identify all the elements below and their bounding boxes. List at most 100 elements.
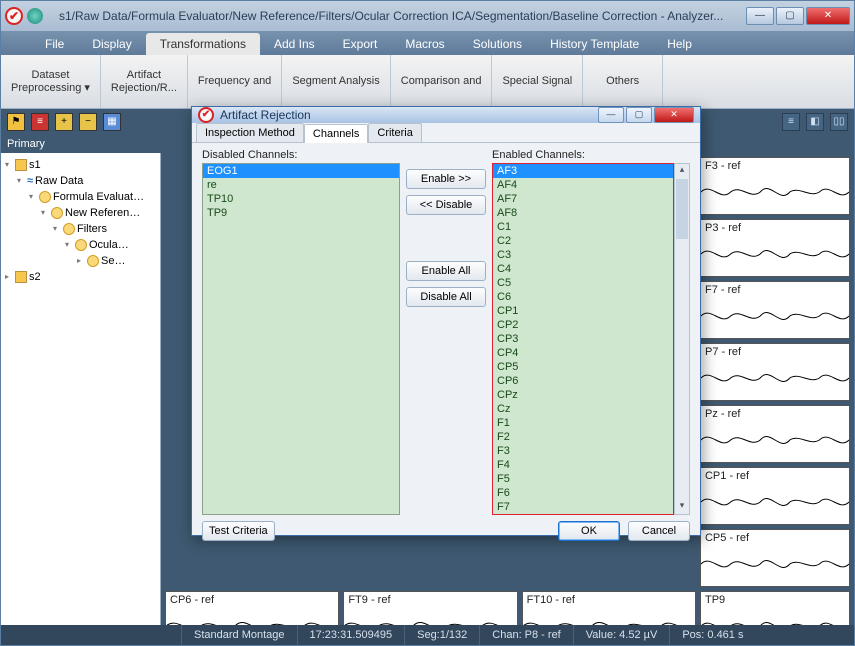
tab-channels[interactable]: Channels <box>304 124 368 143</box>
list-item[interactable]: CP2 <box>493 318 673 332</box>
channel-plot[interactable]: FT10 - ref <box>522 591 696 625</box>
menu-export[interactable]: Export <box>329 33 392 55</box>
list-item[interactable]: CP6 <box>493 374 673 388</box>
disabled-channels-list[interactable]: EOG1reTP10TP9 <box>202 163 400 515</box>
list-item[interactable]: AF3 <box>493 164 673 178</box>
scroll-up-icon[interactable]: ▴ <box>675 164 689 178</box>
list-item[interactable]: C2 <box>493 234 673 248</box>
menu-solutions[interactable]: Solutions <box>459 33 536 55</box>
test-criteria-button[interactable]: Test Criteria <box>202 521 275 541</box>
channel-plot[interactable]: Pz - ref <box>700 405 850 463</box>
list-item[interactable]: CP1 <box>493 304 673 318</box>
list-item[interactable]: C4 <box>493 262 673 276</box>
list-item[interactable]: AF7 <box>493 192 673 206</box>
ok-button[interactable]: OK <box>558 521 620 541</box>
list-item[interactable]: C1 <box>493 220 673 234</box>
menu-history-template[interactable]: History Template <box>536 33 653 55</box>
zoom-in-icon[interactable]: + <box>55 113 73 131</box>
list-item[interactable]: F6 <box>493 486 673 500</box>
cancel-button[interactable]: Cancel <box>628 521 690 541</box>
list-item[interactable]: CPz <box>493 388 673 402</box>
view-tool-icon[interactable]: ▯▯ <box>830 113 848 131</box>
ribbon-group[interactable]: ArtifactRejection/R... <box>101 55 188 108</box>
plot-label: F7 - ref <box>705 284 740 296</box>
minimize-button[interactable]: — <box>746 7 774 25</box>
list-item[interactable]: F7 <box>493 500 673 514</box>
channel-plot[interactable]: F3 - ref <box>700 157 850 215</box>
list-item[interactable]: F1 <box>493 416 673 430</box>
list-item[interactable]: re <box>203 178 399 192</box>
tree-node-label: s2 <box>29 269 41 285</box>
menu-display[interactable]: Display <box>78 33 145 55</box>
enable-all-button[interactable]: Enable All <box>406 261 486 281</box>
list-item[interactable]: TP10 <box>203 192 399 206</box>
list-item[interactable]: F4 <box>493 458 673 472</box>
history-tree[interactable]: s1≈ Raw Data Formula Evaluat… New Refere… <box>1 153 161 625</box>
dialog-tabs: Inspection MethodChannelsCriteria <box>192 123 700 143</box>
tool-icon[interactable]: ⚑ <box>7 113 25 131</box>
list-item[interactable]: C3 <box>493 248 673 262</box>
tree-node[interactable]: s2 <box>5 269 156 285</box>
channel-plot[interactable]: CP6 - ref <box>165 591 339 625</box>
list-item[interactable]: F3 <box>493 444 673 458</box>
dialog-maximize-button[interactable]: ▢ <box>626 107 652 123</box>
ribbon-group[interactable]: Frequency and <box>188 55 282 108</box>
tool-icon[interactable]: ▦ <box>103 113 121 131</box>
list-item[interactable]: EOG1 <box>203 164 399 178</box>
tree-node[interactable]: Formula Evaluat… <box>5 189 156 205</box>
ribbon-group[interactable]: Special Signal <box>492 55 583 108</box>
tree-node[interactable]: s1 <box>5 157 156 173</box>
tree-node[interactable]: Ocula… <box>5 237 156 253</box>
dialog-minimize-button[interactable]: — <box>598 107 624 123</box>
list-item[interactable]: C6 <box>493 290 673 304</box>
tree-node[interactable]: New Referen… <box>5 205 156 221</box>
disable-all-button[interactable]: Disable All <box>406 287 486 307</box>
enabled-channels-list[interactable]: AF3AF4AF7AF8C1C2C3C4C5C6CP1CP2CP3CP4CP5C… <box>492 163 674 515</box>
list-item[interactable]: Cz <box>493 402 673 416</box>
zoom-out-icon[interactable]: − <box>79 113 97 131</box>
view-tool-icon[interactable]: ◧ <box>806 113 824 131</box>
menu-help[interactable]: Help <box>653 33 706 55</box>
status-seg: Seg:1/132 <box>404 625 479 645</box>
list-item[interactable]: F2 <box>493 430 673 444</box>
list-item[interactable]: TP9 <box>203 206 399 220</box>
enabled-list-scrollbar[interactable]: ▴ ▾ <box>674 163 690 515</box>
channel-plot[interactable]: TP9 <box>700 591 850 625</box>
list-item[interactable]: CP4 <box>493 346 673 360</box>
list-item[interactable]: CP5 <box>493 360 673 374</box>
tree-node[interactable]: ≈ Raw Data <box>5 173 156 189</box>
dialog-close-button[interactable]: ✕ <box>654 107 694 123</box>
tab-inspection-method[interactable]: Inspection Method <box>196 123 304 142</box>
scroll-down-icon[interactable]: ▾ <box>675 500 689 514</box>
channel-plot[interactable]: FT9 - ref <box>343 591 517 625</box>
tool-icon[interactable]: ≡ <box>31 113 49 131</box>
menu-file[interactable]: File <box>31 33 78 55</box>
menu-add-ins[interactable]: Add Ins <box>260 33 329 55</box>
scroll-thumb[interactable] <box>676 179 688 239</box>
tab-criteria[interactable]: Criteria <box>368 123 421 142</box>
maximize-button[interactable]: ▢ <box>776 7 804 25</box>
menu-macros[interactable]: Macros <box>391 33 458 55</box>
list-item[interactable]: AF8 <box>493 206 673 220</box>
enabled-channels-label: Enabled Channels: <box>492 149 690 161</box>
view-tool-icon[interactable]: ≡ <box>782 113 800 131</box>
tree-node[interactable]: Se… <box>5 253 156 269</box>
list-item[interactable]: F5 <box>493 472 673 486</box>
list-item[interactable]: CP3 <box>493 332 673 346</box>
ribbon-group[interactable]: Others <box>583 55 663 108</box>
ribbon-group[interactable]: Segment Analysis <box>282 55 390 108</box>
tree-node[interactable]: Filters <box>5 221 156 237</box>
list-item[interactable]: C5 <box>493 276 673 290</box>
channel-plot[interactable]: CP5 - ref <box>700 529 850 587</box>
channel-plot[interactable]: P7 - ref <box>700 343 850 401</box>
close-button[interactable]: ✕ <box>806 7 850 25</box>
enable-button[interactable]: Enable >> <box>406 169 486 189</box>
list-item[interactable]: AF4 <box>493 178 673 192</box>
ribbon-group[interactable]: Comparison and <box>391 55 493 108</box>
menu-transformations[interactable]: Transformations <box>146 33 260 55</box>
channel-plot[interactable]: P3 - ref <box>700 219 850 277</box>
channel-plot[interactable]: CP1 - ref <box>700 467 850 525</box>
ribbon-group[interactable]: DatasetPreprocessing ▾ <box>1 55 101 108</box>
disable-button[interactable]: << Disable <box>406 195 486 215</box>
channel-plot[interactable]: F7 - ref <box>700 281 850 339</box>
